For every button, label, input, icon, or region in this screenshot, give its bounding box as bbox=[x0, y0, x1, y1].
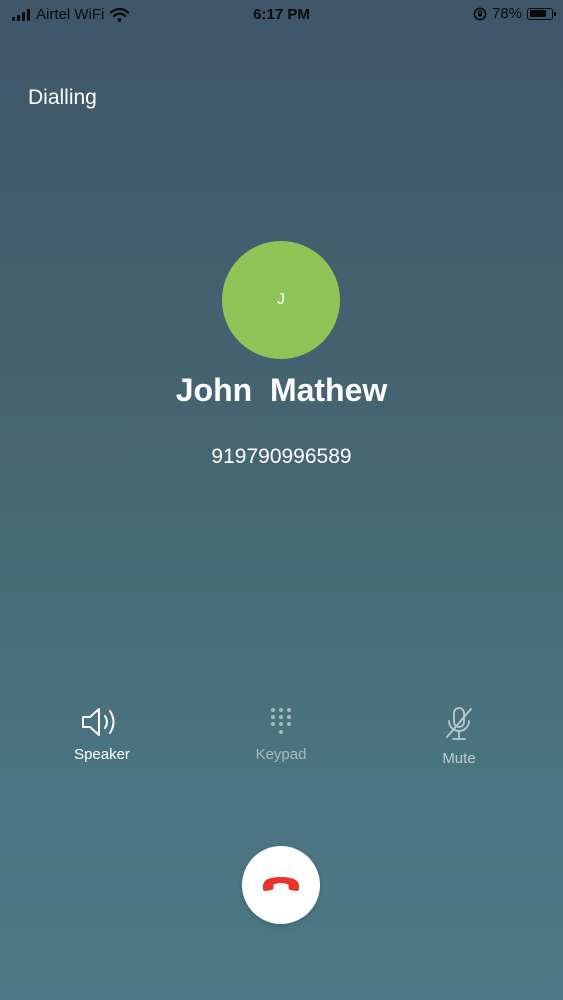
mute-icon bbox=[446, 707, 472, 740]
status-bar: Airtel WiFi 6:17 PM 78% bbox=[0, 0, 563, 30]
contact-name: John Mathew bbox=[175, 372, 388, 408]
battery-percent: 78% bbox=[491, 5, 522, 22]
mute-label: Mute bbox=[442, 750, 476, 767]
avatar: J bbox=[222, 241, 340, 359]
speaker-button[interactable]: Speaker bbox=[42, 700, 162, 763]
keypad-label: Keypad bbox=[255, 746, 307, 763]
end-call-button[interactable] bbox=[242, 846, 320, 924]
speaker-icon bbox=[82, 708, 115, 736]
keypad-button[interactable]: Keypad bbox=[221, 700, 341, 763]
battery-icon bbox=[527, 7, 556, 20]
contact-number: 919790996589 bbox=[211, 445, 352, 468]
speaker-label: Speaker bbox=[74, 746, 130, 763]
call-state: Dialling bbox=[28, 86, 97, 109]
avatar-initial: J bbox=[277, 291, 285, 308]
mute-button[interactable]: Mute bbox=[399, 700, 519, 767]
keypad-icon bbox=[271, 708, 291, 734]
end-call-icon bbox=[263, 877, 299, 891]
orientation-lock-icon bbox=[473, 7, 487, 20]
battery-fill bbox=[529, 10, 546, 17]
status-right: 78% bbox=[473, 5, 556, 22]
